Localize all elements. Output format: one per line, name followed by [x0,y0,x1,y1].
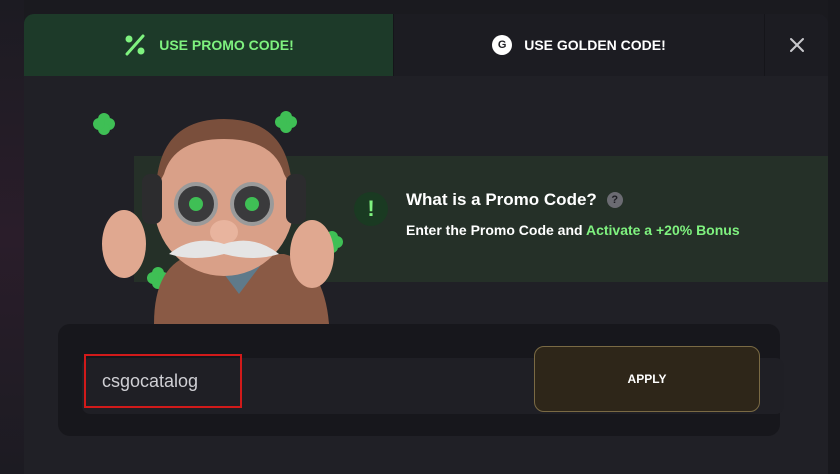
mascot-illustration [93,111,343,324]
info-desc-prefix: Enter the Promo Code and [406,222,586,238]
apply-button[interactable]: APPLY [534,346,760,412]
info-content: ! What is a Promo Code? ? Enter the Prom… [354,190,740,238]
tab-promo-label: USE PROMO CODE! [159,37,294,53]
clover-icon [275,111,297,133]
page-backdrop-right [828,0,840,474]
clover-icon [93,113,115,135]
info-text: What is a Promo Code? ? Enter the Promo … [406,190,740,238]
percent-icon [125,34,145,56]
modal-tabs: USE PROMO CODE! G USE GOLDEN CODE! [24,14,828,76]
question-icon[interactable]: ? [606,192,623,208]
exclamation-icon: ! [354,192,388,226]
info-title-row: What is a Promo Code? ? [406,190,740,210]
tab-use-golden-code[interactable]: G USE GOLDEN CODE! [394,14,765,76]
tab-golden-label: USE GOLDEN CODE! [524,37,666,53]
tab-use-promo-code[interactable]: USE PROMO CODE! [24,14,394,76]
info-title: What is a Promo Code? [406,190,597,209]
info-description: Enter the Promo Code and Activate a +20%… [406,222,740,238]
close-icon [789,38,804,52]
close-button[interactable] [765,14,828,76]
info-desc-accent: Activate a +20% Bonus [585,222,740,238]
promo-code-modal: USE PROMO CODE! G USE GOLDEN CODE! ! Wha… [24,14,828,474]
promo-code-input[interactable] [84,354,242,408]
g-coin-icon: G [492,35,513,55]
page-backdrop-left [0,0,24,474]
